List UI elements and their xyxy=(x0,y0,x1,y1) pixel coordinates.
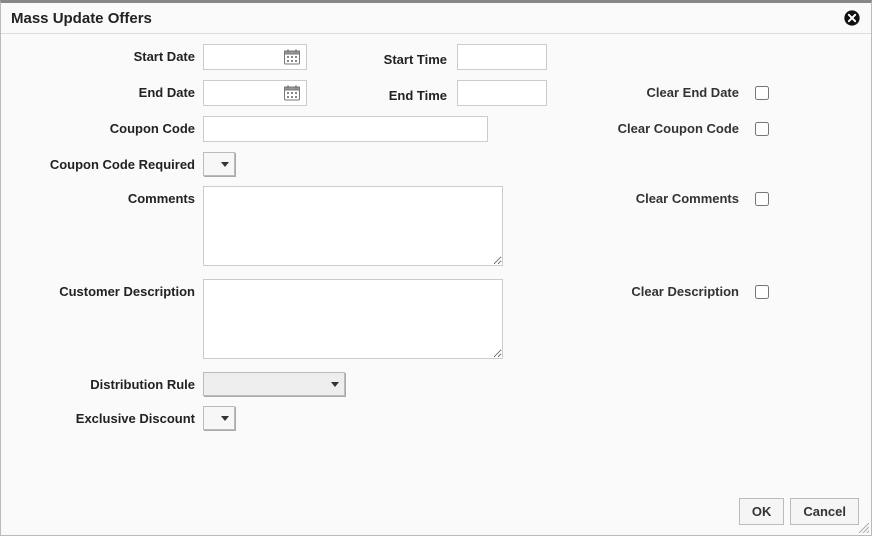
calendar-icon[interactable] xyxy=(283,48,301,66)
dialog-title: Mass Update Offers xyxy=(11,10,152,27)
start-time-label: Start Time xyxy=(337,47,447,67)
dialog-footer: OK Cancel xyxy=(1,490,871,535)
end-time-label: End Time xyxy=(337,83,447,103)
coupon-code-input[interactable] xyxy=(203,116,488,142)
clear-comments-checkbox[interactable] xyxy=(755,192,769,206)
ok-button[interactable]: OK xyxy=(739,498,785,525)
start-time-input[interactable] xyxy=(457,44,547,70)
customer-description-label: Customer Description xyxy=(15,279,195,299)
dialog-body: Start Date xyxy=(1,34,871,490)
comments-textarea[interactable] xyxy=(203,186,503,266)
clear-comments-label: Clear Comments xyxy=(559,186,739,206)
resize-grip-icon[interactable] xyxy=(857,521,869,533)
comments-label: Comments xyxy=(15,186,195,206)
coupon-code-required-label: Coupon Code Required xyxy=(15,152,195,172)
clear-description-checkbox[interactable] xyxy=(755,285,769,299)
clear-coupon-code-label: Clear Coupon Code xyxy=(559,116,739,136)
dialog-header: Mass Update Offers xyxy=(1,3,871,34)
coupon-code-required-select[interactable] xyxy=(203,152,235,176)
exclusive-discount-select[interactable] xyxy=(203,406,235,430)
cancel-button[interactable]: Cancel xyxy=(790,498,859,525)
start-date-label: Start Date xyxy=(15,44,195,64)
end-date-label: End Date xyxy=(15,80,195,100)
coupon-code-label: Coupon Code xyxy=(15,116,195,136)
clear-end-date-checkbox[interactable] xyxy=(755,86,769,100)
exclusive-discount-label: Exclusive Discount xyxy=(15,406,195,426)
mass-update-offers-dialog: Mass Update Offers Start Date xyxy=(0,0,872,536)
clear-end-date-label: Clear End Date xyxy=(559,80,739,100)
distribution-rule-label: Distribution Rule xyxy=(15,372,195,392)
distribution-rule-select[interactable] xyxy=(203,372,345,396)
customer-description-textarea[interactable] xyxy=(203,279,503,359)
close-icon[interactable] xyxy=(843,9,861,27)
end-time-input[interactable] xyxy=(457,80,547,106)
clear-description-label: Clear Description xyxy=(559,279,739,299)
calendar-icon[interactable] xyxy=(283,84,301,102)
clear-coupon-code-checkbox[interactable] xyxy=(755,122,769,136)
